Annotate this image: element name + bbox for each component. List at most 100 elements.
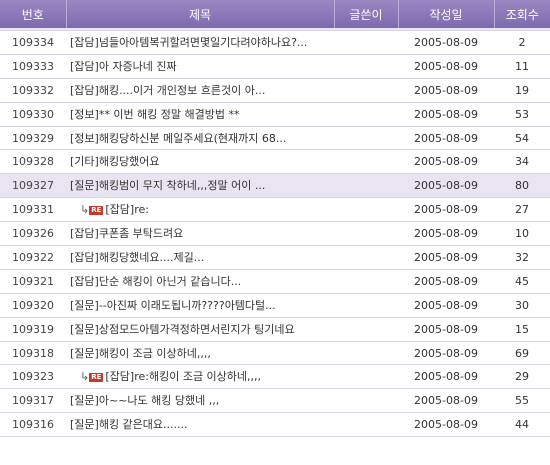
post-title-link[interactable]: [질문]아~~나도 해킹 당했네 ,,, <box>70 394 219 407</box>
post-views: 44 <box>494 412 550 438</box>
post-author <box>334 78 398 103</box>
table-row-reply[interactable]: 109323 ↳ RE [잡담]re:해킹이 조금 이상하네,,,, 2005-08… <box>0 364 550 390</box>
post-views: 30 <box>494 293 550 318</box>
post-views: 15 <box>494 317 550 342</box>
post-number: 109334 <box>0 30 66 55</box>
table-row[interactable]: 109319 [질문]상점모드아템가격정하면서린지가 팅기네요 2005-08-… <box>0 317 550 342</box>
post-views: 2 <box>494 30 550 55</box>
col-header-title: 제목 <box>66 0 335 28</box>
post-title-link[interactable]: [질문]--아진짜 이래도됩니까????아템다털... <box>70 299 276 312</box>
post-title-link[interactable]: [잡담]쿠폰좀 부탁드려요 <box>70 227 183 240</box>
post-author <box>334 221 398 247</box>
post-views: 69 <box>494 341 550 366</box>
col-header-views: 조회수 <box>494 0 550 28</box>
table-row-highlighted[interactable]: 109327 [질문]해킹범이 무지 착하네,,,정말 어이 ... 2005-… <box>0 173 550 199</box>
post-views: 19 <box>494 78 550 103</box>
table-row[interactable]: 109332 [잡담]해킹....이거 개인정보 흐른것이 아... 2005-… <box>0 78 550 103</box>
post-date: 2005-08-09 <box>398 245 494 270</box>
post-author <box>334 293 398 318</box>
post-author <box>334 364 398 390</box>
post-date: 2005-08-09 <box>398 388 494 414</box>
table-row[interactable]: 109329 [정보]해킹당하신분 메일주세요(현재까지 68... 2005-… <box>0 126 550 151</box>
reply-arrow-icon: ↳ <box>80 203 90 217</box>
post-title-link[interactable]: [잡담]해킹당했네요....제길... <box>70 251 204 264</box>
post-number: 109330 <box>0 102 66 127</box>
post-title-link[interactable]: [질문]해킹 같은대요....... <box>70 418 188 431</box>
post-date: 2005-08-09 <box>398 54 494 79</box>
post-views: 27 <box>494 197 550 223</box>
post-number: 109317 <box>0 388 66 414</box>
post-title-link[interactable]: [기타]해킹당했어요 <box>70 155 160 168</box>
post-number: 109320 <box>0 293 66 318</box>
reply-badge-icon: RE <box>89 206 104 216</box>
post-date: 2005-08-09 <box>398 341 494 366</box>
table-row[interactable]: 109322 [잡담]해킹당했네요....제길... 2005-08-09 32 <box>0 245 550 270</box>
post-author <box>334 341 398 366</box>
post-number: 109326 <box>0 221 66 247</box>
post-title-link[interactable]: [잡담]단순 해킹이 아닌거 같습니다... <box>70 275 241 288</box>
post-title-link[interactable]: [잡담]re: <box>105 203 149 216</box>
table-row[interactable]: 109321 [잡담]단순 해킹이 아닌거 같습니다... 2005-08-09… <box>0 269 550 294</box>
post-author <box>334 30 398 55</box>
post-views: 55 <box>494 388 550 414</box>
post-date: 2005-08-09 <box>398 149 494 175</box>
post-date: 2005-08-09 <box>398 30 494 55</box>
post-title-link[interactable]: [정보]해킹당하신분 메일주세요(현재까지 68... <box>70 132 286 145</box>
post-number: 109319 <box>0 317 66 342</box>
table-row[interactable]: 109326 [잡담]쿠폰좀 부탁드려요 2005-08-09 10 <box>0 221 550 247</box>
post-date: 2005-08-09 <box>398 78 494 103</box>
post-number: 109323 <box>0 364 66 390</box>
table-row[interactable]: 109333 [잡담]아 자증나네 진짜 2005-08-09 11 <box>0 54 550 79</box>
post-author <box>334 173 398 199</box>
table-row[interactable]: 109330 [정보]** 이번 해킹 정말 해결방법 ** 2005-08-0… <box>0 102 550 127</box>
table-row[interactable]: 109334 [잡담]넘들아아템복귀할려면몇일기다려야하나요?... 2005-… <box>0 30 550 55</box>
post-views: 45 <box>494 269 550 294</box>
board-table: 번호 제목 글쓴이 작성일 조회수 109334 [잡담]넘들아아템복귀할려면몇… <box>0 0 550 438</box>
post-number: 109322 <box>0 245 66 270</box>
post-title-link[interactable]: [질문]해킹이 조금 이상하네,,,, <box>70 347 211 360</box>
table-row[interactable]: 109320 [질문]--아진짜 이래도됩니까????아템다털... 2005-… <box>0 293 550 318</box>
col-header-number: 번호 <box>0 0 67 28</box>
post-number: 109328 <box>0 149 66 175</box>
post-author <box>334 245 398 270</box>
post-author <box>334 317 398 342</box>
post-views: 32 <box>494 245 550 270</box>
reply-badge-icon: RE <box>89 373 104 383</box>
table-row[interactable]: 109318 [질문]해킹이 조금 이상하네,,,, 2005-08-09 69 <box>0 341 550 366</box>
post-views: 11 <box>494 54 550 79</box>
post-title-link[interactable]: [질문]해킹범이 무지 착하네,,,정말 어이 ... <box>70 179 265 192</box>
post-number: 109327 <box>0 173 66 199</box>
post-views: 80 <box>494 173 550 199</box>
post-title-link[interactable]: [잡담]해킹....이거 개인정보 흐른것이 아... <box>70 84 265 97</box>
col-header-date: 작성일 <box>398 0 495 28</box>
post-date: 2005-08-09 <box>398 269 494 294</box>
table-row[interactable]: 109317 [질문]아~~나도 해킹 당했네 ,,, 2005-08-09 5… <box>0 388 550 414</box>
post-views: 29 <box>494 364 550 390</box>
post-author <box>334 388 398 414</box>
post-date: 2005-08-09 <box>398 364 494 390</box>
table-row[interactable]: 109328 [기타]해킹당했어요 2005-08-09 34 <box>0 149 550 175</box>
post-author <box>334 149 398 175</box>
post-number: 109333 <box>0 54 66 79</box>
post-number: 109331 <box>0 197 66 223</box>
post-views: 54 <box>494 126 550 151</box>
table-row-reply[interactable]: 109331 ↳ RE [잡담]re: 2005-08-09 27 <box>0 197 550 223</box>
post-title-link[interactable]: [잡담]아 자증나네 진짜 <box>70 60 177 73</box>
post-date: 2005-08-09 <box>398 412 494 438</box>
post-views: 34 <box>494 149 550 175</box>
post-title-link[interactable]: [잡담]re:해킹이 조금 이상하네,,,, <box>105 370 261 383</box>
post-date: 2005-08-09 <box>398 221 494 247</box>
post-date: 2005-08-09 <box>398 102 494 127</box>
post-number: 109329 <box>0 126 66 151</box>
post-date: 2005-08-09 <box>398 173 494 199</box>
post-title-link[interactable]: [질문]상점모드아템가격정하면서린지가 팅기네요 <box>70 323 295 336</box>
post-date: 2005-08-09 <box>398 197 494 223</box>
post-number: 109332 <box>0 78 66 103</box>
reply-arrow-icon: ↳ <box>80 370 90 384</box>
post-views: 10 <box>494 221 550 247</box>
post-author <box>334 412 398 438</box>
col-header-author: 글쓴이 <box>334 0 399 28</box>
post-title-link[interactable]: [정보]** 이번 해킹 정말 해결방법 ** <box>70 108 240 121</box>
post-title-link[interactable]: [잡담]넘들아아템복귀할려면몇일기다려야하나요?... <box>70 36 307 49</box>
table-row[interactable]: 109316 [질문]해킹 같은대요....... 2005-08-09 44 <box>0 412 550 438</box>
